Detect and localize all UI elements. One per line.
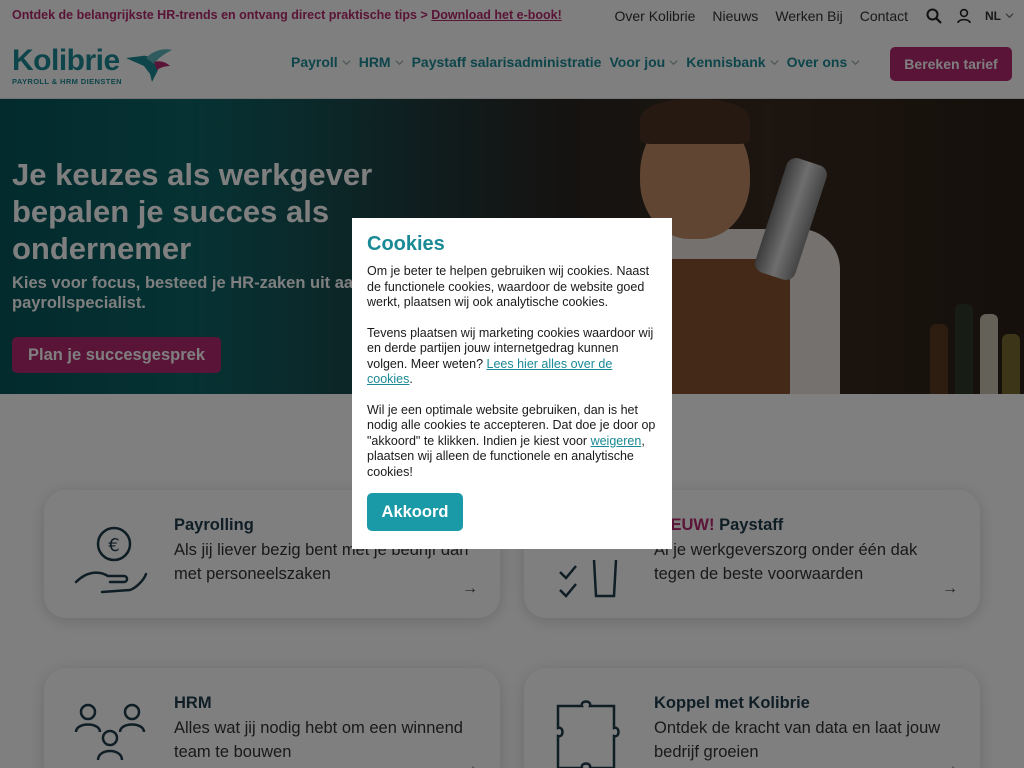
cookie-consent-dialog: Cookies Om je beter te helpen gebruiken … [352, 218, 672, 549]
cookie-text-1: Om je beter te helpen gebruiken wij cook… [367, 264, 650, 309]
cookie-text-2: Tevens plaatsen wij marketing cookies wa… [367, 326, 657, 388]
akkoord-button[interactable]: Akkoord [367, 493, 463, 531]
cookie-dialog-title: Cookies [367, 233, 445, 255]
cookie-text-2-b: . [409, 372, 413, 386]
cookie-text-3: Wil je een optimale website gebruiken, d… [367, 403, 657, 481]
cookie-decline-link[interactable]: weigeren [591, 434, 642, 448]
